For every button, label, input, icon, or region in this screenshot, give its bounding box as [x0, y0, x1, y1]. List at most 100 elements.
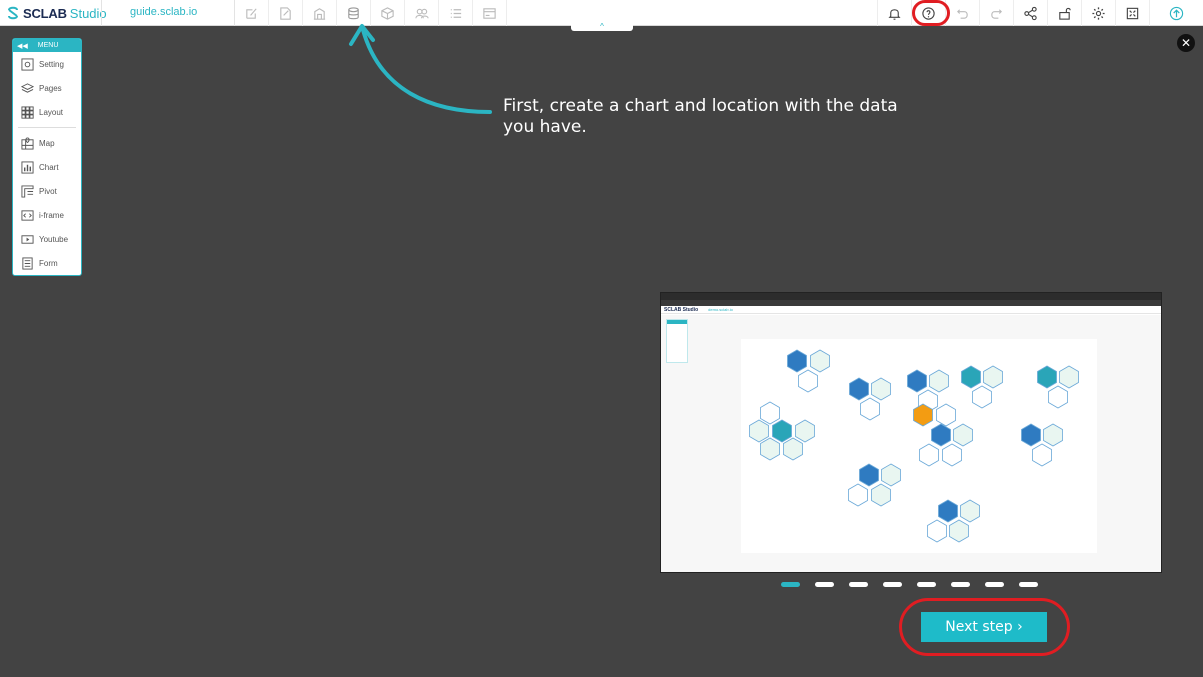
menu-item-chart[interactable]: Chart [13, 155, 81, 179]
preview-hexagon [936, 403, 956, 427]
form-icon [22, 256, 33, 270]
menu-header[interactable]: ◀◀ MENU [13, 39, 81, 52]
collapse-menu-icon[interactable]: ◀◀ [17, 42, 28, 50]
edit-page-icon[interactable] [269, 0, 303, 26]
step-dot[interactable] [985, 582, 1004, 587]
unlock-icon[interactable] [1047, 0, 1081, 26]
undo-icon[interactable] [945, 0, 979, 26]
preview-hexagon [907, 369, 927, 393]
preview-hexagon [760, 437, 780, 461]
menu-item-label: Layout [39, 107, 64, 117]
preview-hexagon [938, 499, 958, 523]
menu-item-label: i-frame [39, 210, 64, 220]
preview-hexagon [960, 499, 980, 523]
guide-arrow-icon [349, 24, 492, 114]
preview-hexagon [919, 443, 939, 467]
preview-hexagon [749, 419, 769, 443]
step-dot[interactable] [849, 582, 868, 587]
preview-url: demo.sclab.io [708, 307, 733, 312]
preview-hexagon [1048, 385, 1068, 409]
upload-icon[interactable] [1149, 0, 1203, 26]
redo-icon[interactable] [979, 0, 1013, 26]
menu-item-form[interactable]: Form [13, 251, 81, 275]
fullscreen-icon[interactable] [1115, 0, 1149, 26]
preview-hexagon [949, 519, 969, 543]
preview-hexagon [1032, 443, 1052, 467]
menu-item-label: Setting [39, 59, 64, 69]
preview-hexagon [849, 377, 869, 401]
menu-item-label: Youtube [39, 234, 69, 244]
preview-hexagon [772, 419, 792, 443]
menu-item-setting[interactable]: Setting [13, 52, 81, 76]
preview-hexagon [1059, 365, 1079, 389]
settings-icon[interactable] [1081, 0, 1115, 26]
preview-hexagon [931, 423, 951, 447]
preview-hexagon [848, 483, 868, 507]
preview-brand: SCLAB Studio [664, 306, 699, 313]
template-icon[interactable] [303, 0, 337, 26]
next-step-button[interactable]: Next step › [921, 612, 1047, 642]
preview-hexagon [961, 365, 981, 389]
menu-item-label: Chart [39, 162, 59, 172]
gear-square-icon [21, 57, 34, 71]
preview-hexagon [787, 349, 807, 373]
preview-hexagon [798, 369, 818, 393]
preview-hexagon-graph [749, 349, 1079, 543]
brand-name: SCLAB [23, 5, 67, 21]
help-icon[interactable] [911, 0, 945, 26]
preview-hexagon [1021, 423, 1041, 447]
preview-hexagon [760, 401, 780, 425]
edit-icon[interactable] [235, 0, 269, 26]
preview-hexagon [810, 349, 830, 373]
project-url[interactable]: guide.sclab.io [130, 6, 197, 18]
pivot-table-icon [21, 184, 34, 198]
sclab-logo-icon [8, 6, 18, 20]
close-guide-button[interactable]: ✕ [1177, 34, 1195, 52]
menu-item-label: Map [39, 138, 55, 148]
code-icon [21, 209, 34, 221]
preview-hexagon [953, 423, 973, 447]
menu-item-label: Form [39, 258, 58, 268]
share-icon[interactable] [1013, 0, 1047, 26]
preview-hexagon [972, 385, 992, 409]
step-dot[interactable] [917, 582, 936, 587]
guide-preview-image: SCLAB Studio demo.sclab.io [660, 292, 1162, 573]
preview-hexagon [929, 369, 949, 393]
chevron-up-icon: ^ [600, 21, 604, 31]
bar-chart-icon [21, 160, 34, 174]
preview-hexagon [1043, 423, 1063, 447]
step-dot[interactable] [1019, 582, 1038, 587]
menu-item-map[interactable]: Map [13, 131, 81, 155]
menu-item-pivot[interactable]: Pivot [13, 179, 81, 203]
brand-logo[interactable]: SCLAB Studio [6, 5, 107, 21]
layers-icon [21, 82, 34, 93]
video-icon [21, 234, 34, 244]
step-dot[interactable] [951, 582, 970, 587]
menu-item-youtube[interactable]: Youtube [13, 227, 81, 251]
preview-hexagon [871, 483, 891, 507]
guide-instruction-text: First, create a chart and location with … [503, 96, 898, 137]
step-dot[interactable] [815, 582, 834, 587]
menu-item-layout[interactable]: Layout [13, 100, 81, 124]
preview-hexagon [859, 463, 879, 487]
preview-hexagon [871, 377, 891, 401]
preview-hexagon [942, 443, 962, 467]
step-dot[interactable] [883, 582, 902, 587]
preview-hexagon [860, 397, 880, 421]
preview-hexagon [927, 519, 947, 543]
step-indicator [781, 582, 1038, 588]
preview-hexagon [881, 463, 901, 487]
menu-divider [18, 127, 76, 128]
menu-item-label: Pages [39, 83, 62, 93]
menu-item-label: Pivot [39, 186, 57, 196]
close-icon: ✕ [1180, 36, 1192, 50]
menu-title: MENU [37, 42, 59, 49]
menu-item-iframe[interactable]: i-frame [13, 203, 81, 227]
preview-hexagon [795, 419, 815, 443]
map-icon [21, 136, 34, 150]
collapse-toolbar-tab[interactable]: ^ [571, 22, 633, 31]
menu-item-pages[interactable]: Pages [13, 76, 81, 100]
bell-icon[interactable] [877, 0, 911, 26]
step-dot[interactable] [781, 582, 800, 587]
preview-hexagon [783, 437, 803, 461]
